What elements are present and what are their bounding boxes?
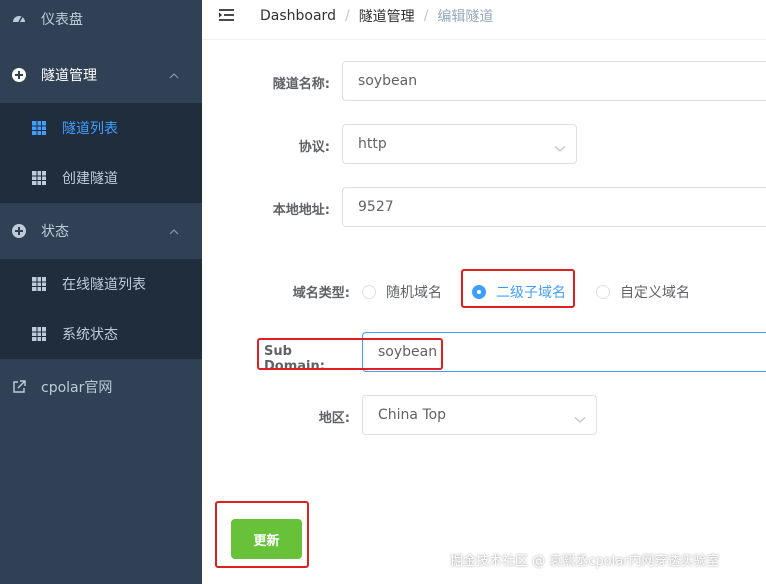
sidebar-item-create-tunnel[interactable]: 创建隧道 xyxy=(0,153,202,203)
breadcrumb-separator: / xyxy=(423,8,429,24)
protocol-select[interactable]: http xyxy=(342,124,577,164)
grid-icon xyxy=(32,171,46,185)
grid-icon xyxy=(32,277,46,291)
highlight-box-update-button xyxy=(215,501,309,568)
sidebar-item-tunnel-list[interactable]: 隧道列表 xyxy=(0,103,202,153)
hamburger-icon[interactable] xyxy=(218,7,236,25)
radio-circle xyxy=(596,285,610,299)
sidebar-item-dashboard[interactable]: 仪表盘 xyxy=(0,0,202,44)
grid-icon xyxy=(32,327,46,341)
sidebar-item-online-tunnels[interactable]: 在线隧道列表 xyxy=(0,259,202,309)
sidebar-item-status[interactable]: 状态 xyxy=(0,206,202,256)
dashboard-icon xyxy=(11,11,27,27)
protocol-label: 协议: xyxy=(298,140,330,155)
breadcrumb-item[interactable]: Dashboard xyxy=(260,8,336,24)
sidebar-item-label: 在线隧道列表 xyxy=(62,277,146,293)
breadcrumb-separator: / xyxy=(344,8,350,24)
radio-custom-domain[interactable]: 自定义域名 xyxy=(596,282,690,302)
local-address-input[interactable]: 9527 xyxy=(342,187,766,227)
region-select[interactable]: China Top xyxy=(362,395,597,435)
sidebar: 仪表盘 隧道管理 隧道列表 创建隧道 状态 在线隧道列表 系统状态 cpolar… xyxy=(0,0,202,584)
radio-random-domain[interactable]: 随机域名 xyxy=(362,282,442,302)
region-value: China Top xyxy=(378,407,447,423)
local-address-label: 本地地址: xyxy=(272,203,330,218)
sidebar-item-label: 隧道列表 xyxy=(62,121,118,137)
sidebar-item-label: 创建隧道 xyxy=(62,171,118,187)
tunnel-name-label: 隧道名称: xyxy=(272,77,330,92)
domain-type-label: 域名类型: xyxy=(292,286,350,301)
highlight-box-subdomain xyxy=(257,338,443,370)
sidebar-item-label: 系统状态 xyxy=(62,327,118,343)
protocol-value: http xyxy=(358,136,387,152)
tunnel-name-value: soybean xyxy=(358,73,418,89)
grid-icon xyxy=(32,121,46,135)
region-label: 地区: xyxy=(318,411,350,426)
navbar: Dashboard / 隧道管理 / 编辑隧道 xyxy=(202,0,766,40)
chevron-up-icon xyxy=(169,225,179,235)
status-icon xyxy=(11,223,27,239)
sidebar-item-tunnel-management[interactable]: 隧道管理 xyxy=(0,50,202,100)
chevron-down-icon xyxy=(554,141,566,152)
sidebar-item-cpolar-site[interactable]: cpolar官网 xyxy=(0,362,202,412)
sidebar-item-label: 仪表盘 xyxy=(41,12,83,28)
submenu-status: 在线隧道列表 系统状态 xyxy=(0,259,202,359)
breadcrumb-item-current: 编辑隧道 xyxy=(437,9,494,25)
radio-circle xyxy=(362,285,376,299)
tunnel-name-input[interactable]: soybean xyxy=(342,61,766,101)
sidebar-item-label: cpolar官网 xyxy=(41,380,113,396)
watermark: 掘金技术社区 @ 袁熙丞cpolar内网穿透实验室 xyxy=(450,554,720,569)
sidebar-item-label: 隧道管理 xyxy=(41,68,97,84)
highlight-box-subdomain-radio xyxy=(461,269,575,308)
breadcrumb: Dashboard / 隧道管理 / 编辑隧道 xyxy=(260,7,493,25)
chevron-down-icon xyxy=(574,412,586,423)
sidebar-item-label: 状态 xyxy=(41,224,69,240)
tunnel-icon xyxy=(11,67,27,83)
chevron-up-icon xyxy=(169,69,179,79)
external-link-icon xyxy=(11,379,27,395)
sidebar-item-system-status[interactable]: 系统状态 xyxy=(0,309,202,359)
submenu-tunnel: 隧道列表 创建隧道 xyxy=(0,103,202,203)
breadcrumb-item[interactable]: 隧道管理 xyxy=(359,6,415,26)
radio-label: 自定义域名 xyxy=(620,285,690,301)
local-address-value: 9527 xyxy=(358,199,394,215)
radio-label: 随机域名 xyxy=(386,285,442,301)
